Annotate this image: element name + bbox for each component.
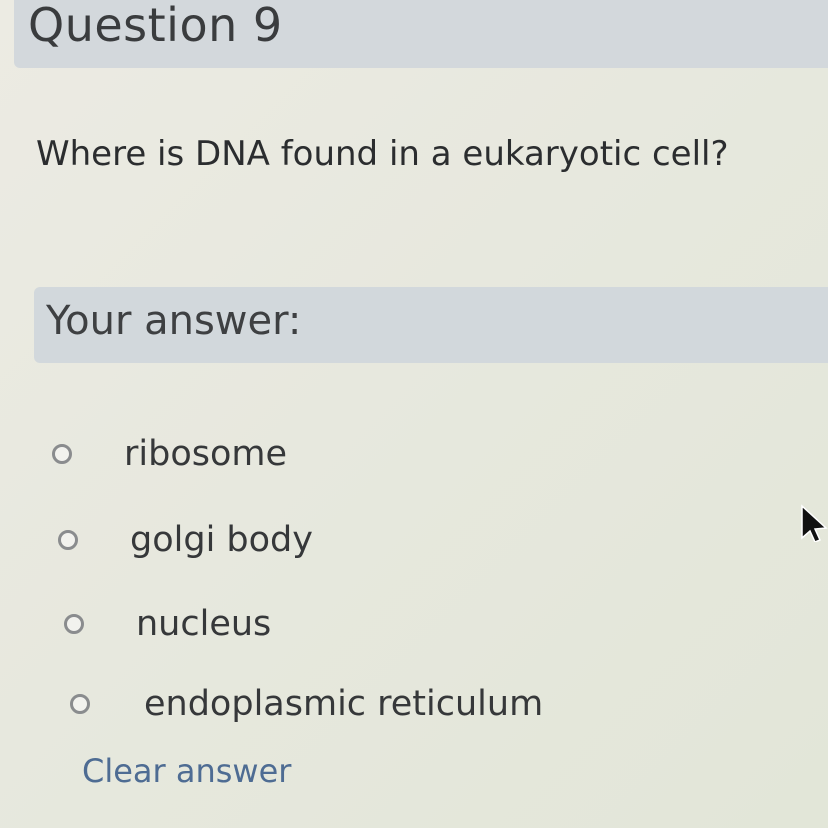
question-title: Question 9	[28, 0, 283, 52]
mouse-pointer-icon	[801, 504, 828, 542]
radio-button-icon[interactable]	[58, 530, 78, 550]
radio-button-icon[interactable]	[70, 694, 90, 714]
clear-answer-link[interactable]: Clear answer	[82, 752, 291, 790]
answer-option-nucleus[interactable]: nucleus	[64, 604, 271, 644]
option-label: golgi body	[130, 520, 313, 560]
option-label: endoplasmic reticulum	[144, 684, 544, 724]
option-label: nucleus	[136, 604, 272, 644]
answer-option-ribosome[interactable]: ribosome	[52, 434, 287, 474]
radio-button-icon[interactable]	[52, 444, 72, 464]
answer-option-endoplasmic-reticulum[interactable]: endoplasmic reticulum	[70, 684, 543, 724]
radio-button-icon[interactable]	[64, 614, 84, 634]
question-text: Where is DNA found in a eukaryotic cell?	[36, 134, 729, 174]
option-label: ribosome	[124, 434, 288, 474]
answer-option-golgi-body[interactable]: golgi body	[58, 520, 313, 560]
answer-title: Your answer:	[46, 298, 302, 344]
